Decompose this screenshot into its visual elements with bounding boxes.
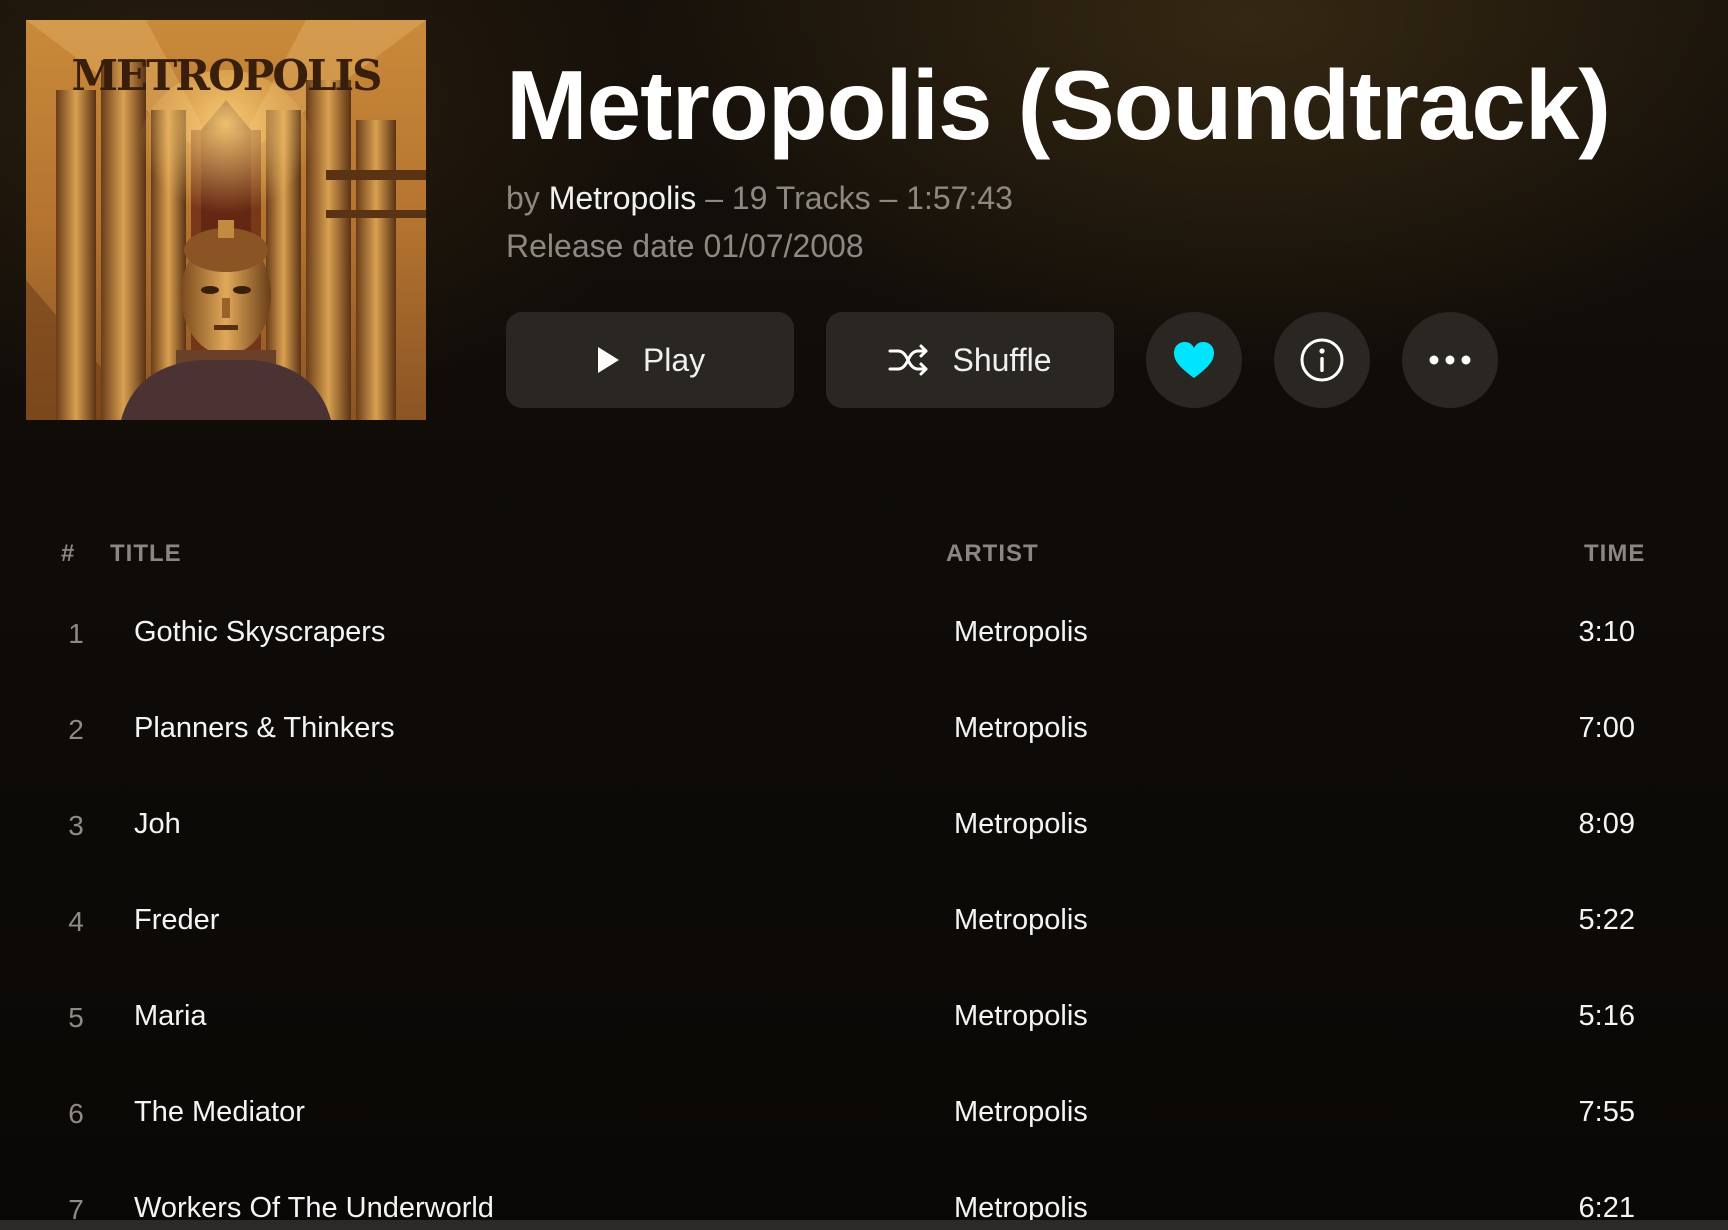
track-row[interactable]: 2 Planners & Thinkers Metropolis 7:00 (0, 684, 1728, 780)
track-number: 3 (68, 810, 84, 841)
shuffle-button[interactable]: Shuffle (826, 312, 1114, 408)
player-bar-edge (0, 1220, 1728, 1230)
column-header-artist[interactable]: ARTIST (946, 540, 1039, 568)
track-duration: 8:09 (1578, 808, 1635, 840)
album-cover[interactable]: METROPOLIS (26, 20, 426, 420)
track-artist[interactable]: Metropolis (954, 1096, 1088, 1129)
track-list: 1 Gothic Skyscrapers Metropolis 3:10 2 P… (0, 588, 1728, 1230)
column-header-number: # (61, 540, 76, 567)
shuffle-icon (888, 344, 928, 376)
info-icon (1300, 338, 1344, 382)
column-header-time[interactable]: TIME (1584, 540, 1645, 568)
track-title[interactable]: Freder (134, 904, 219, 937)
shuffle-button-label: Shuffle (952, 341, 1052, 378)
more-options-button[interactable] (1402, 312, 1498, 408)
track-title[interactable]: Planners & Thinkers (134, 712, 395, 745)
track-title[interactable]: Gothic Skyscrapers (134, 616, 385, 649)
track-row[interactable]: 4 Freder Metropolis 5:22 (0, 876, 1728, 972)
more-icon (1429, 355, 1471, 365)
album-cover-art: METROPOLIS (26, 20, 426, 420)
track-duration: 3:10 (1578, 616, 1635, 648)
track-artist[interactable]: Metropolis (954, 616, 1088, 649)
album-meta: by Metropolis – 19 Tracks – 1:57:43 (506, 180, 1013, 217)
release-date: Release date 01/07/2008 (506, 228, 864, 264)
column-header-title[interactable]: TITLE (110, 540, 182, 568)
track-duration: 7:00 (1578, 712, 1635, 744)
track-duration: 5:16 (1578, 1000, 1635, 1032)
album-details: – 19 Tracks – 1:57:43 (705, 180, 1013, 216)
track-title[interactable]: Joh (134, 808, 181, 841)
track-row[interactable]: 6 The Mediator Metropolis 7:55 (0, 1068, 1728, 1164)
album-title: Metropolis (Soundtrack) (506, 50, 1611, 160)
track-number: 5 (68, 1002, 84, 1033)
track-artist[interactable]: Metropolis (954, 904, 1088, 937)
track-row[interactable]: 1 Gothic Skyscrapers Metropolis 3:10 (0, 588, 1728, 684)
track-duration: 5:22 (1578, 904, 1635, 936)
track-artist[interactable]: Metropolis (954, 808, 1088, 841)
track-artist[interactable]: Metropolis (954, 1000, 1088, 1033)
track-title[interactable]: The Mediator (134, 1096, 305, 1129)
play-button[interactable]: Play (506, 312, 794, 408)
cover-title-text: METROPOLIS (72, 51, 381, 100)
track-row[interactable]: 3 Joh Metropolis 8:09 (0, 780, 1728, 876)
track-number: 6 (68, 1098, 84, 1129)
track-artist[interactable]: Metropolis (954, 712, 1088, 745)
by-label: by (506, 180, 540, 216)
track-title[interactable]: Maria (134, 1000, 207, 1033)
track-duration: 7:55 (1578, 1096, 1635, 1128)
track-row[interactable]: 5 Maria Metropolis 5:16 (0, 972, 1728, 1068)
track-number: 4 (68, 906, 84, 937)
play-button-label: Play (642, 341, 706, 378)
track-number: 2 (68, 714, 84, 745)
favorite-button[interactable] (1146, 312, 1242, 408)
album-artist-link[interactable]: Metropolis (549, 180, 697, 216)
track-number: 1 (68, 618, 84, 649)
play-icon (597, 347, 619, 373)
album-page: METROPOLIS Metropolis (Soundtrack) by Me… (0, 0, 1728, 1230)
heart-icon (1174, 342, 1214, 378)
info-button[interactable] (1274, 312, 1370, 408)
